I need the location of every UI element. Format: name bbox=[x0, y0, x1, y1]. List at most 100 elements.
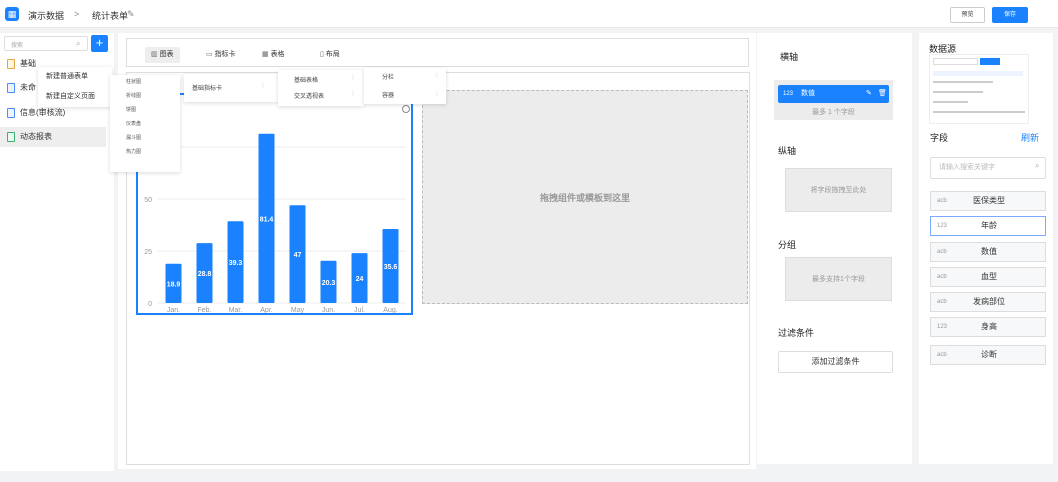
preview-row-icon bbox=[933, 71, 1023, 76]
chart-type-item[interactable]: 柱状图 bbox=[110, 75, 180, 89]
menu-item-new-custom-page[interactable]: 新建自定义页面 bbox=[38, 87, 112, 107]
table-icon: ▦ bbox=[262, 51, 271, 58]
edit-icon[interactable]: ✎ bbox=[866, 85, 872, 103]
field-item[interactable]: acb 诊断 bbox=[930, 345, 1046, 365]
chart-type-item[interactable]: 热力图 bbox=[110, 145, 180, 159]
top-bar bbox=[0, 0, 1058, 28]
resize-handle-icon[interactable] bbox=[402, 105, 410, 113]
kpi-popover: 基础指标卡 ⋮ bbox=[184, 74, 278, 102]
field-item[interactable]: acb 发病部位 bbox=[930, 292, 1046, 312]
form-icon bbox=[7, 108, 15, 118]
bar-value-label: 20.3 bbox=[322, 280, 336, 287]
tab-label: 表格 bbox=[270, 51, 285, 58]
field-name: 身高 bbox=[981, 322, 997, 331]
field-item[interactable]: acb 血型 bbox=[930, 267, 1046, 287]
x-tick-label: Aug. bbox=[383, 307, 397, 313]
tab-layout[interactable]: ▯ 布局 bbox=[314, 47, 346, 63]
save-button[interactable]: 保存 bbox=[992, 7, 1028, 23]
preview-row-icon bbox=[933, 81, 993, 83]
drag-handle-icon[interactable]: ⋮ bbox=[260, 82, 266, 89]
report-icon bbox=[7, 132, 15, 142]
bar-value-label: 81.4 bbox=[260, 216, 274, 223]
bar-value-label: 28.8 bbox=[198, 271, 212, 278]
x-tick-label: Mar. bbox=[229, 307, 243, 313]
folder-icon bbox=[7, 59, 15, 69]
preview-search-input bbox=[933, 58, 978, 65]
refresh-link[interactable]: 刷新 bbox=[1021, 131, 1039, 144]
field-item[interactable]: acb 医保类型 bbox=[930, 191, 1046, 211]
field-name: 医保类型 bbox=[973, 196, 1005, 205]
y-axis-drop-zone[interactable]: 将字段拖拽至此处 bbox=[785, 168, 892, 212]
sidebar-item-label: 信息(审核流) bbox=[20, 108, 66, 117]
preview-row-icon bbox=[933, 101, 968, 103]
sidebar-item-label: 动态报表 bbox=[20, 132, 52, 141]
data-source-preview[interactable] bbox=[929, 54, 1029, 124]
table-item-basic[interactable]: 基础表格 bbox=[294, 75, 318, 84]
edit-icon[interactable]: ✎ bbox=[127, 9, 135, 20]
tab-kpi[interactable]: ▭ 指标卡 bbox=[200, 47, 242, 63]
field-item[interactable]: acb 数值 bbox=[930, 242, 1046, 262]
sidebar-item-label: 未命 bbox=[20, 83, 36, 92]
breadcrumb-root[interactable]: 演示数据 bbox=[28, 9, 64, 22]
add-button[interactable]: + bbox=[91, 35, 108, 52]
sidebar-item-dynamic-report[interactable]: 动态报表 bbox=[0, 127, 106, 147]
tab-label: 布局 bbox=[325, 51, 340, 58]
layout-item-container[interactable]: 容器 bbox=[382, 90, 394, 99]
tab-table[interactable]: ▦ 表格 bbox=[256, 47, 291, 63]
drag-handle-icon[interactable]: ⋮ bbox=[350, 90, 356, 97]
x-tick-label: Apr. bbox=[260, 307, 273, 313]
drag-handle-icon[interactable]: ⋮ bbox=[434, 72, 440, 79]
preview-row-icon bbox=[933, 111, 1025, 113]
tab-label: 指标卡 bbox=[214, 51, 236, 58]
fields-title: 字段 bbox=[930, 133, 949, 143]
table-item-pivot[interactable]: 交叉透视表 bbox=[294, 91, 324, 100]
chart-type-item[interactable]: 仪表盘 bbox=[110, 117, 180, 131]
chart-type-item[interactable]: 漏斗图 bbox=[110, 131, 180, 145]
group-drop-zone[interactable]: 最多支持1个字段 bbox=[785, 257, 892, 301]
field-name: 数值 bbox=[981, 247, 997, 256]
layout-popover: 分栏 容器 ⋮ ⋮ bbox=[364, 68, 446, 104]
field-name: 年龄 bbox=[981, 221, 997, 230]
bar-value-label: 35.6 bbox=[384, 264, 398, 271]
drag-handle-icon[interactable]: ⋮ bbox=[434, 90, 440, 97]
field-search-input[interactable]: 请输入搜索关键字 bbox=[930, 157, 1046, 179]
delete-icon[interactable]: 🗑 bbox=[878, 85, 887, 103]
sidebar-item-label: 基础 bbox=[20, 59, 36, 68]
search-icon: ⌕ bbox=[1035, 161, 1040, 170]
form-icon bbox=[7, 83, 15, 93]
field-item[interactable]: 123 年龄 bbox=[930, 216, 1046, 236]
y-axis-title: 纵轴 bbox=[778, 146, 797, 156]
preview-row-icon bbox=[933, 91, 983, 93]
chart-type-list: 柱状图 折线图 饼图 仪表盘 漏斗图 热力图 bbox=[110, 75, 180, 172]
kpi-icon: ▭ bbox=[206, 51, 215, 58]
chart-type-item[interactable]: 折线图 bbox=[110, 89, 180, 103]
preview-button[interactable]: 预览 bbox=[950, 7, 985, 23]
bar-value-label: 39.3 bbox=[229, 260, 243, 267]
preview-label: 预览 bbox=[961, 12, 974, 18]
bar-value-label: 47 bbox=[294, 252, 302, 259]
bar-value-label: 24 bbox=[356, 276, 364, 283]
x-axis-field-chip[interactable]: 123 数值 ✎ 🗑 bbox=[778, 85, 889, 103]
menu-item-new-form[interactable]: 新建普通表单 bbox=[38, 67, 112, 87]
add-filter-button[interactable]: 添加过滤条件 bbox=[778, 351, 893, 373]
tab-label: 图表 bbox=[159, 51, 174, 58]
y-tick-label: 0 bbox=[148, 301, 152, 308]
x-tick-label: Jan. bbox=[167, 307, 180, 313]
field-name: 血型 bbox=[981, 272, 997, 281]
tab-chart[interactable]: ▥ 图表 bbox=[145, 47, 180, 63]
app-grid-icon[interactable]: ▦ bbox=[5, 7, 19, 21]
field-name: 数值 bbox=[800, 90, 815, 97]
chart-icon: ▥ bbox=[151, 51, 160, 58]
field-item[interactable]: 123 身高 bbox=[930, 317, 1046, 337]
bar-value-label: 18.9 bbox=[167, 281, 181, 288]
group-title: 分组 bbox=[778, 240, 797, 250]
layout-item-columns[interactable]: 分栏 bbox=[382, 72, 394, 81]
chart-type-item[interactable]: 饼图 bbox=[110, 103, 180, 117]
breadcrumb-current: 统计表单 bbox=[92, 11, 129, 21]
kpi-item[interactable]: 基础指标卡 bbox=[192, 83, 222, 92]
drag-handle-icon[interactable]: ⋮ bbox=[350, 74, 356, 81]
x-tick-label: Jul. bbox=[354, 307, 365, 313]
search-icon: ⌕ bbox=[76, 39, 81, 48]
drop-zone[interactable]: 拖拽组件或模板到这里 bbox=[422, 90, 748, 304]
y-tick-label: 50 bbox=[144, 197, 152, 204]
